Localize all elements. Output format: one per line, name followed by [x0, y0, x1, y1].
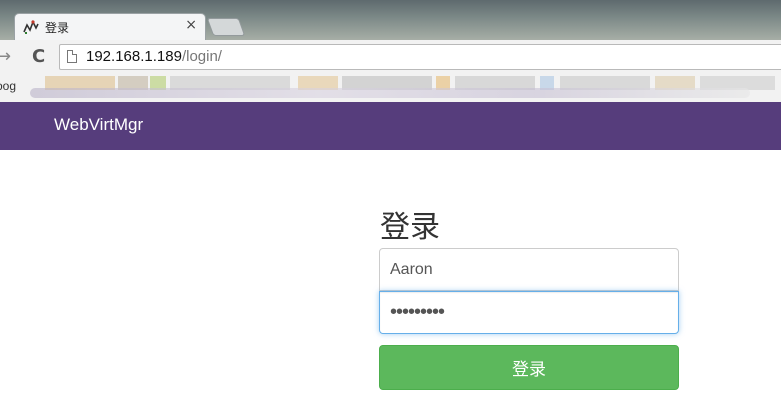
login-submit-button[interactable]: 登录	[379, 345, 679, 390]
bookmark-label[interactable]: oog	[0, 79, 16, 93]
password-input[interactable]	[379, 291, 679, 334]
tab-title: 登录	[45, 21, 70, 35]
bookmark-smear	[30, 88, 750, 98]
browser-tab[interactable]: 登录 ×	[14, 13, 206, 40]
url-path: /login/	[181, 48, 222, 65]
app-navbar: WebVirtMgr	[0, 102, 781, 150]
navbar-brand[interactable]: WebVirtMgr	[54, 115, 143, 135]
webvirtmgr-favicon-icon	[23, 20, 39, 34]
page-icon	[67, 50, 77, 63]
login-title: 登录	[380, 210, 440, 245]
browser-toolbar: → C 192.168.1.189/login/	[0, 40, 781, 74]
username-input[interactable]	[379, 248, 679, 291]
url-text[interactable]: 192.168.1.189/login/	[86, 48, 222, 65]
address-bar[interactable]: 192.168.1.189/login/	[59, 44, 781, 70]
new-tab-button[interactable]	[206, 18, 246, 36]
back-arrow-icon[interactable]: →	[0, 46, 11, 68]
bookmarks-bar: oog	[0, 74, 781, 102]
browser-tab-strip: 登录 ×	[0, 0, 781, 40]
url-host: 192.168.1.189	[86, 48, 182, 65]
reload-icon[interactable]: C	[32, 46, 45, 68]
tab-close-icon[interactable]: ×	[185, 17, 197, 33]
